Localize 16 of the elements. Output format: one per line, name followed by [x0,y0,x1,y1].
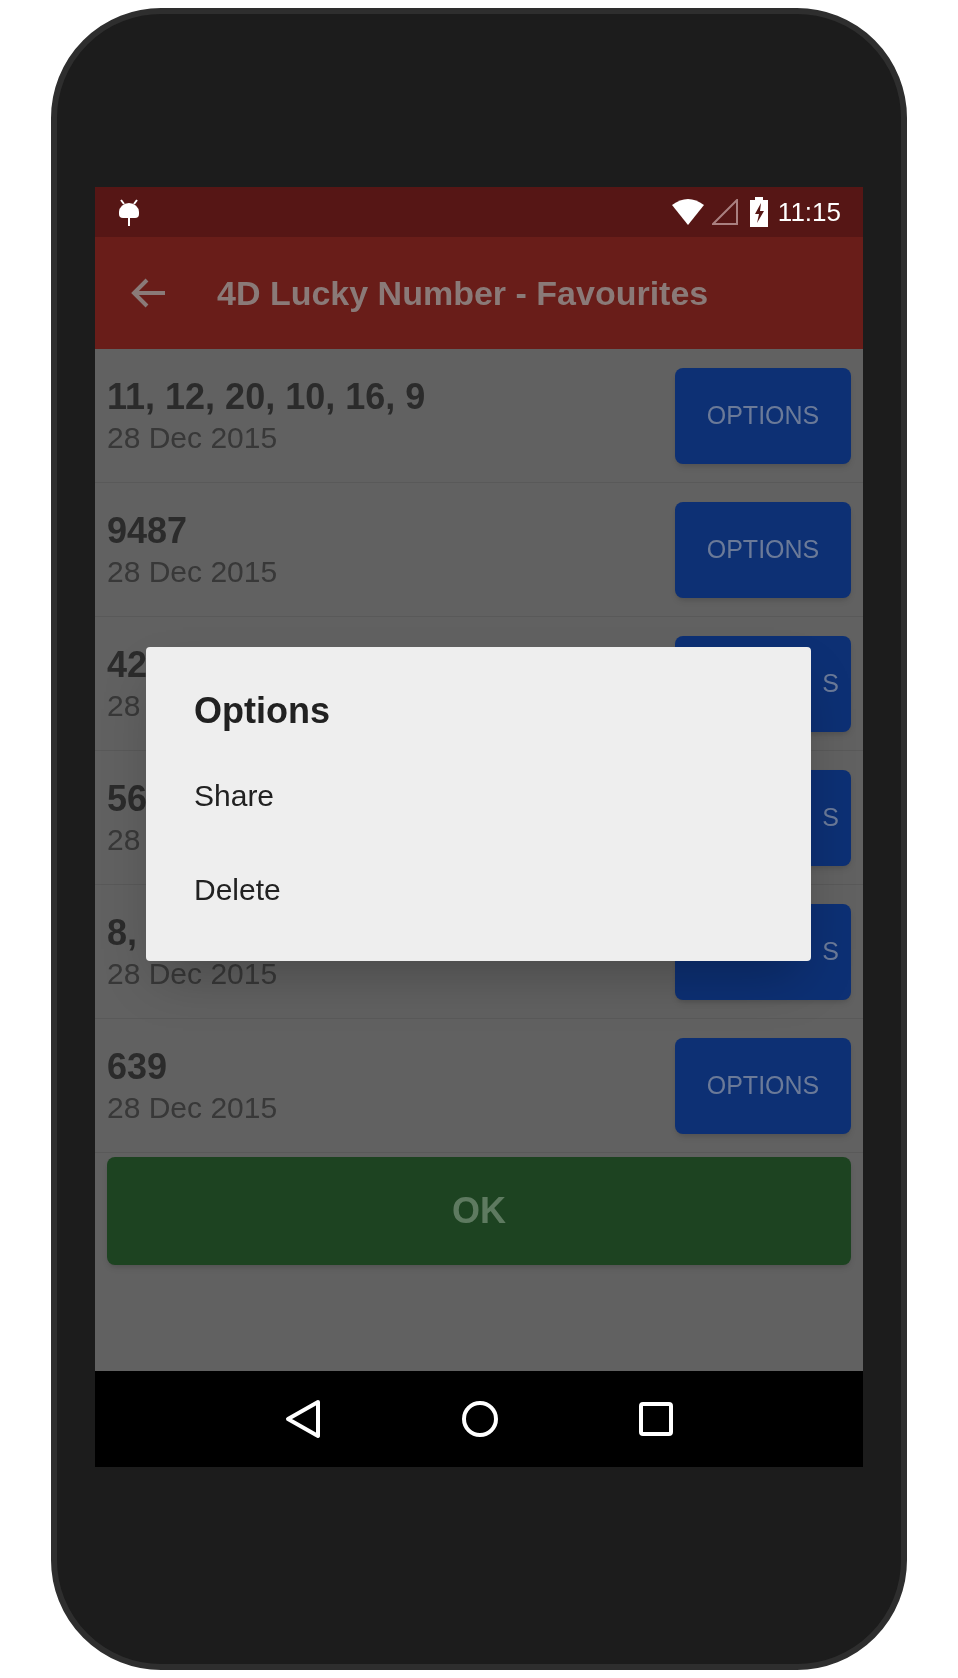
signal-icon [711,199,738,225]
recents-icon[interactable] [639,1402,673,1436]
back-arrow-icon[interactable] [131,278,167,308]
ok-button[interactable]: OK [107,1157,851,1265]
home-icon[interactable] [461,1400,499,1438]
wifi-icon [671,199,704,225]
dialog-menu-item[interactable]: Delete [194,875,281,905]
app-title: 4D Lucky Number - Favourites [217,272,709,314]
dialog-title: Options [194,693,330,729]
battery-icon [749,197,768,227]
back-icon[interactable] [285,1399,321,1439]
options-button[interactable]: OPTIONS [675,1037,851,1134]
status-time: 11:15 [777,195,841,229]
options-button[interactable]: OPTIONS [675,367,851,464]
dialog-menu-item[interactable]: Share [194,781,275,811]
options-button[interactable]: OPTIONS [675,501,851,598]
